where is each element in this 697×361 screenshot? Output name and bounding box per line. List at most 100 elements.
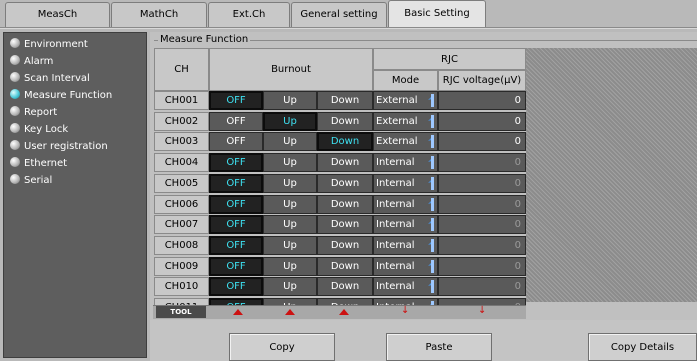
tool-up-marker-up[interactable] [285,309,295,315]
dropdown-arrow-icon [428,177,434,190]
rjc-voltage-field[interactable]: 0 [438,277,526,296]
rjc-voltage-field[interactable]: 0 [438,132,526,151]
rjc-mode-select[interactable]: External [373,91,438,110]
burnout-down-button[interactable]: Down [317,174,373,193]
header-ch: CH [154,48,209,91]
burnout-down-button[interactable]: Down [317,215,373,234]
dropdown-arrow-icon [428,135,434,148]
rjc-voltage-field[interactable]: 0 [438,112,526,131]
radio-dot-icon [10,38,20,48]
dropdown-arrow-icon [428,156,434,169]
burnout-off-button[interactable]: OFF [209,132,263,151]
burnout-off-button[interactable]: OFF [209,236,263,255]
burnout-down-button[interactable]: Down [317,132,373,151]
tab-basic-setting[interactable]: Basic Setting [388,0,486,28]
rjc-voltage-field[interactable]: 0 [438,174,526,193]
burnout-off-button[interactable]: OFF [209,153,263,172]
sidebar-item-alarm[interactable]: Alarm [10,53,53,70]
tool-up-marker-down[interactable] [339,309,349,315]
tab-measch[interactable]: MeasCh [5,2,110,28]
rjc-mode-select[interactable]: Internal [373,257,438,276]
sidebar-item-report[interactable]: Report [10,104,57,121]
rjc-mode-value: Internal [376,281,415,292]
burnout-down-button[interactable]: Down [317,112,373,131]
burnout-down-button[interactable]: Down [317,153,373,172]
rjc-mode-select[interactable]: Internal [373,277,438,296]
rjc-mode-select[interactable]: Internal [373,174,438,193]
sidebar-item-user-registration[interactable]: User registration [10,138,108,155]
tool-down-marker-mode[interactable]: ↓ [401,306,409,316]
burnout-up-button[interactable]: Up [263,277,317,296]
rjc-voltage-field[interactable]: 0 [438,153,526,172]
sidebar-item-label: Serial [24,175,53,186]
tab-mathch[interactable]: MathCh [111,2,207,28]
channel-label: CH002 [154,112,209,131]
rjc-voltage-field[interactable]: 0 [438,215,526,234]
rjc-voltage-field[interactable]: 0 [438,236,526,255]
paste-button[interactable]: Paste [386,333,492,361]
tab-general-setting[interactable]: General setting [291,2,387,28]
burnout-down-button[interactable]: Down [317,195,373,214]
burnout-up-button[interactable]: Up [263,91,317,110]
sidebar: Environment Alarm Scan Interval Measure … [3,32,147,358]
radio-dot-icon [10,72,20,82]
burnout-off-button[interactable]: OFF [209,174,263,193]
tab-extch[interactable]: Ext.Ch [208,2,290,28]
sidebar-item-measure-function[interactable]: Measure Function [10,87,112,104]
burnout-up-button[interactable]: Up [263,257,317,276]
sidebar-item-scan-interval[interactable]: Scan Interval [10,70,90,87]
rjc-mode-value: Internal [376,240,415,251]
sidebar-item-key-lock[interactable]: Key Lock [10,121,68,138]
burnout-up-button[interactable]: Up [263,195,317,214]
sidebar-item-ethernet[interactable]: Ethernet [10,155,67,172]
dropdown-arrow-icon [428,239,434,252]
radio-dot-icon [10,123,20,133]
burnout-off-button[interactable]: OFF [209,215,263,234]
copy-button[interactable]: Copy [229,333,335,361]
radio-dot-icon [10,174,20,184]
channel-label: CH004 [154,153,209,172]
burnout-down-button[interactable]: Down [317,91,373,110]
rjc-mode-select[interactable]: Internal [373,195,438,214]
copy-details-button[interactable]: Copy Details [588,333,697,361]
burnout-off-button[interactable]: OFF [209,257,263,276]
burnout-off-button[interactable]: OFF [209,91,263,110]
rjc-mode-value: Internal [376,261,415,272]
rjc-mode-select[interactable]: External [373,112,438,131]
burnout-up-button[interactable]: Up [263,132,317,151]
burnout-up-button[interactable]: Up [263,215,317,234]
sidebar-item-label: User registration [24,141,108,152]
burnout-off-button[interactable]: OFF [209,277,263,296]
burnout-up-button[interactable]: Up [263,112,317,131]
burnout-down-button[interactable]: Down [317,236,373,255]
rjc-voltage-field[interactable]: 0 [438,257,526,276]
burnout-off-button[interactable]: OFF [209,112,263,131]
header-burnout: Burnout [209,48,373,91]
radio-dot-icon [10,157,20,167]
burnout-up-button[interactable]: Up [263,153,317,172]
rjc-mode-select[interactable]: Internal [373,215,438,234]
sidebar-item-serial[interactable]: Serial [10,172,52,189]
tool-up-marker-off[interactable] [233,309,243,315]
sidebar-item-environment[interactable]: Environment [10,36,88,53]
burnout-up-button[interactable]: Up [263,174,317,193]
dropdown-arrow-icon [428,198,434,211]
tool-down-marker-voltage[interactable]: ↓ [478,306,486,316]
channel-label: CH003 [154,132,209,151]
rjc-voltage-field[interactable]: 0 [438,195,526,214]
section-title: Measure Function [158,34,251,45]
burnout-up-button[interactable]: Up [263,236,317,255]
burnout-off-button[interactable]: OFF [209,195,263,214]
sidebar-item-label: Alarm [24,56,54,67]
burnout-down-button[interactable]: Down [317,277,373,296]
dropdown-arrow-icon [428,260,434,273]
burnout-down-button[interactable]: Down [317,257,373,276]
header-rjc: RJC [373,48,526,70]
rjc-mode-select[interactable]: External [373,132,438,151]
rjc-mode-select[interactable]: Internal [373,236,438,255]
channel-label: CH008 [154,236,209,255]
rjc-voltage-field[interactable]: 0 [438,91,526,110]
rjc-mode-value: Internal [376,178,415,189]
sidebar-item-label: Measure Function [24,90,113,101]
rjc-mode-select[interactable]: Internal [373,153,438,172]
